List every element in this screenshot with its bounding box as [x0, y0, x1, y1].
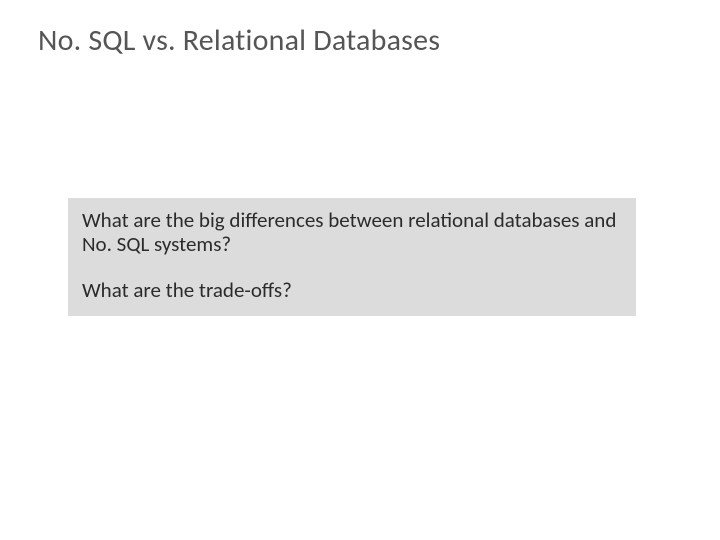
- question-secondary: What are the trade-offs?: [82, 278, 622, 302]
- question-primary: What are the big differences between rel…: [82, 208, 622, 256]
- content-box: What are the big differences between rel…: [68, 198, 636, 316]
- slide-title: No. SQL vs. Relational Databases: [38, 22, 440, 59]
